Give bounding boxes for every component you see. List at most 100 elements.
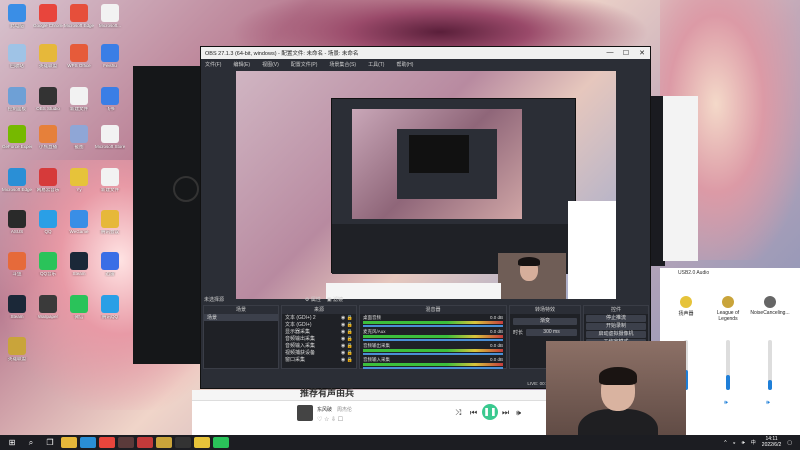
desktop-icon[interactable]: 英雄联盟 bbox=[2, 337, 32, 362]
control-button[interactable]: 停止推流 bbox=[586, 315, 646, 322]
desktop-icon[interactable]: Feishu bbox=[95, 44, 125, 69]
obs-menu-item[interactable]: 帮助(H) bbox=[396, 61, 413, 68]
desktop-icon[interactable]: Google Chrome bbox=[33, 4, 63, 29]
transition-select[interactable]: 渐变 bbox=[513, 318, 577, 325]
desktop-icon[interactable]: Steam bbox=[64, 252, 94, 277]
lol-icon[interactable] bbox=[156, 437, 172, 448]
close-icon[interactable]: ✕ bbox=[634, 49, 650, 57]
desktop-icon[interactable]: 新建文件 bbox=[95, 168, 125, 193]
search-icon[interactable]: ⌕ bbox=[23, 437, 39, 448]
desktop-icon[interactable]: 飞书 bbox=[95, 87, 125, 112]
source-item[interactable]: 音频输入采集 ◉ 🔒 bbox=[282, 342, 356, 350]
filters-icon[interactable]: ▣ 滤镜 bbox=[327, 296, 343, 303]
desktop-icon[interactable]: 小熊直播 bbox=[33, 125, 63, 150]
task-view-icon[interactable]: ❐ bbox=[42, 437, 58, 448]
desktop-icon[interactable]: 回收站 bbox=[2, 44, 32, 69]
source-item[interactable]: 音频输出采集 ◉ 🔒 bbox=[282, 335, 356, 343]
visibility-icon[interactable]: ◉ 🔒 bbox=[341, 336, 356, 342]
mixer-volume-slider[interactable] bbox=[363, 353, 503, 355]
pause-icon[interactable]: ❚❚ bbox=[482, 404, 498, 420]
clock[interactable]: 14:11 2022/6/2 bbox=[762, 436, 781, 448]
shuffle-icon[interactable]: ⤨ bbox=[455, 408, 461, 418]
next-icon[interactable]: ⏭ bbox=[502, 408, 509, 418]
desktop-icon[interactable]: 控制面板 bbox=[2, 87, 32, 112]
desktop-icon[interactable]: 腾讯会议 bbox=[95, 210, 125, 235]
control-button[interactable]: 启动虚拟摄像机 bbox=[586, 331, 646, 338]
visibility-icon[interactable]: ◉ 🔒 bbox=[341, 350, 356, 356]
volume-slider[interactable] bbox=[768, 340, 772, 390]
audio-device[interactable]: NoiseCanceling... bbox=[750, 296, 790, 316]
mixer-volume-slider[interactable] bbox=[363, 367, 503, 369]
desktop-icon[interactable]: 斗鱼 bbox=[2, 252, 32, 277]
windows-start-icon[interactable]: ⊞ bbox=[4, 437, 20, 448]
source-item[interactable]: 文本 (GDI+) ◉ 🔒 bbox=[282, 321, 356, 329]
mixer-volume-slider[interactable] bbox=[363, 339, 503, 341]
desktop-icon[interactable]: Wallpaper bbox=[33, 295, 63, 320]
desktop-icon[interactable]: Microsoft Store bbox=[95, 125, 125, 150]
desktop-icon[interactable]: Microsoft Edge bbox=[2, 168, 32, 193]
visibility-icon[interactable]: ◉ 🔒 bbox=[341, 357, 356, 363]
desktop-icon[interactable]: 腾讯QQ bbox=[95, 295, 125, 320]
obs-menu-item[interactable]: 配置文件(P) bbox=[291, 61, 318, 68]
desktop-icon[interactable]: Steam bbox=[2, 295, 32, 320]
maximize-icon[interactable]: ☐ bbox=[618, 49, 634, 57]
chrome-icon[interactable] bbox=[99, 437, 115, 448]
minimize-icon[interactable]: — bbox=[602, 49, 618, 57]
prev-icon[interactable]: ⏮ bbox=[470, 408, 477, 418]
obs-menu-item[interactable]: 场景集合(S) bbox=[329, 61, 356, 68]
source-item[interactable]: 文本 (GDI+) 2 ◉ 🔒 bbox=[282, 314, 356, 322]
desktop-icon[interactable]: GeForce Experience bbox=[2, 125, 32, 150]
source-item[interactable]: 视频捕获设备 ◉ 🔒 bbox=[282, 349, 356, 357]
volume-slider[interactable] bbox=[726, 340, 730, 390]
wechat-icon[interactable] bbox=[213, 437, 229, 448]
visibility-icon[interactable]: ◉ 🔒 bbox=[341, 329, 356, 335]
desktop-icon[interactable]: 迅雷 bbox=[95, 252, 125, 277]
lang-indicator[interactable]: 中 bbox=[751, 439, 756, 446]
desktop-icon[interactable]: WPS Office bbox=[64, 44, 94, 69]
game-icon[interactable] bbox=[118, 437, 134, 448]
source-item[interactable]: 显示器采集 ◉ 🔒 bbox=[282, 328, 356, 336]
visibility-icon[interactable]: ◉ 🔒 bbox=[341, 315, 356, 321]
obs-menu-item[interactable]: 工具(T) bbox=[368, 61, 384, 68]
desktop-icon[interactable]: WeGame bbox=[64, 210, 94, 235]
explorer-icon[interactable] bbox=[61, 437, 77, 448]
speaker-icon[interactable]: 🕪 bbox=[766, 400, 770, 407]
app-icon[interactable] bbox=[137, 437, 153, 448]
desktop-icon[interactable]: OBS Studio bbox=[33, 87, 63, 112]
speaker-icon[interactable]: 🕪 bbox=[742, 440, 745, 446]
desktop-icon[interactable]: Microsoft Edge bbox=[64, 4, 94, 29]
notification-icon[interactable]: ▢ bbox=[787, 440, 792, 446]
audio-device[interactable]: League of Legends bbox=[708, 296, 748, 322]
desktop-icon[interactable]: Yy bbox=[64, 168, 94, 193]
desktop-icon[interactable]: 英雄联盟 bbox=[33, 44, 63, 69]
mixer-volume-slider[interactable] bbox=[363, 325, 503, 327]
desktop-icon[interactable]: QQ bbox=[33, 210, 63, 235]
obs-menu-item[interactable]: 文件(F) bbox=[205, 61, 221, 68]
desktop-icon[interactable]: Microsoft... bbox=[95, 4, 125, 29]
desktop-icon[interactable]: 此电脑 bbox=[2, 4, 32, 29]
desktop-icon[interactable]: 截图 bbox=[64, 125, 94, 150]
like-icon[interactable]: ♡ ☆ ⇩ ☐ bbox=[317, 416, 343, 423]
yy-icon[interactable] bbox=[194, 437, 210, 448]
network-icon[interactable]: ◒ bbox=[733, 440, 736, 446]
audio-device[interactable]: 扬声器 bbox=[666, 296, 706, 317]
control-button[interactable]: 开始录制 bbox=[586, 323, 646, 330]
edge-icon[interactable] bbox=[80, 437, 96, 448]
desktop-icon[interactable]: ASUS bbox=[2, 210, 32, 235]
properties-icon[interactable]: ⚙ 属性 bbox=[305, 296, 321, 303]
duration-input[interactable]: 300 ms bbox=[526, 329, 577, 336]
tray-chevron-icon[interactable]: ^ bbox=[724, 440, 726, 446]
album-cover[interactable] bbox=[297, 405, 313, 421]
desktop-icon[interactable]: QQ音乐 bbox=[33, 252, 63, 277]
desktop-icon[interactable]: 微信 bbox=[64, 295, 94, 320]
volume-icon[interactable]: 🕪 bbox=[516, 408, 521, 418]
scene-item[interactable]: 场景 bbox=[204, 314, 278, 321]
obs-taskbar-icon[interactable] bbox=[175, 437, 191, 448]
speaker-icon[interactable]: 🕪 bbox=[724, 400, 728, 407]
obs-menu-item[interactable]: 视图(V) bbox=[262, 61, 279, 68]
source-item[interactable]: 窗口采集 ◉ 🔒 bbox=[282, 356, 356, 364]
obs-window[interactable]: OBS 27.1.3 (64-bit, windows) - 配置文件: 未命名… bbox=[200, 46, 651, 389]
music-player[interactable]: 推荐有声由兵 东风破 周杰伦 ♡ ☆ ⇩ ☐ ⤨ ⏮ ❚❚ ⏭ 🕪 bbox=[192, 388, 547, 435]
visibility-icon[interactable]: ◉ 🔒 bbox=[341, 322, 356, 328]
visibility-icon[interactable]: ◉ 🔒 bbox=[341, 343, 356, 349]
